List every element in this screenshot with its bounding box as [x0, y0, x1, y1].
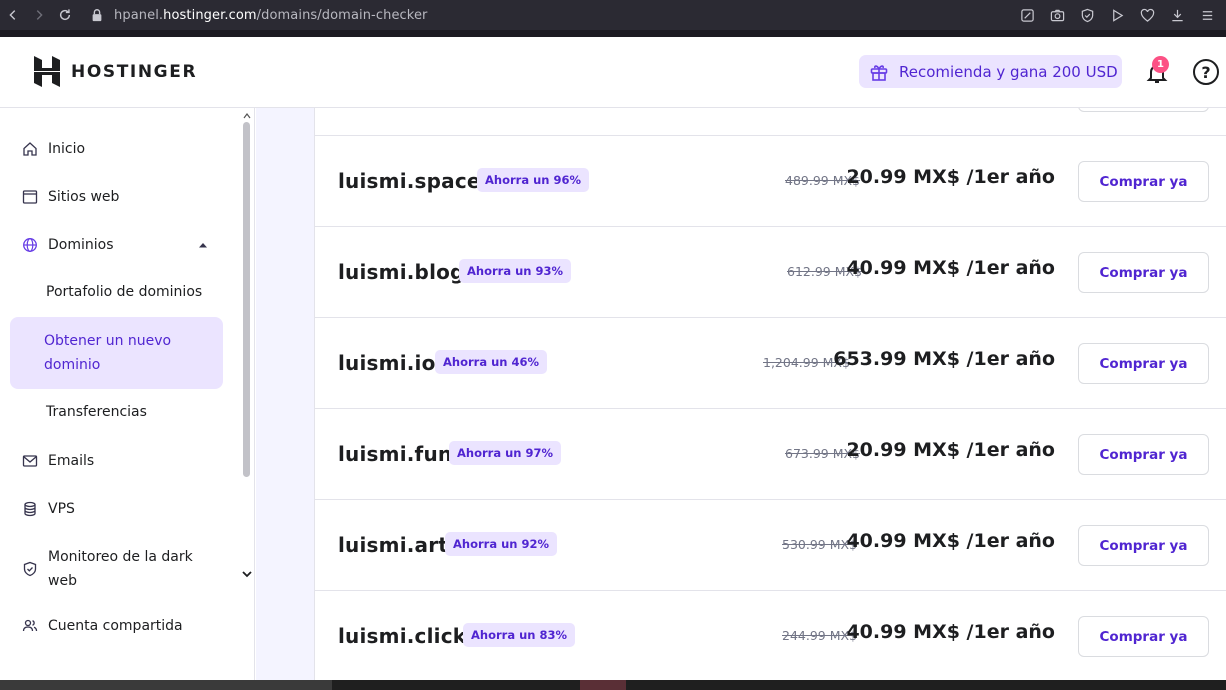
download-icon[interactable]	[1164, 2, 1190, 28]
domain-name: luismi.click	[338, 624, 467, 648]
taskbar-app-button[interactable]	[580, 680, 626, 690]
hostinger-logo[interactable]: HOSTINGER	[34, 56, 197, 87]
sidebar-item-label: Emails	[48, 453, 95, 469]
scrollbar-thumb[interactable]	[243, 122, 250, 477]
logo-text: HOSTINGER	[71, 61, 198, 82]
gift-icon	[870, 64, 888, 81]
hostinger-logo-icon	[34, 56, 60, 87]
domain-name: luismi.fun	[338, 442, 453, 466]
discount-badge: Ahorra un 92%	[445, 532, 557, 556]
sale-price: 40.99 MX$ /1er año	[846, 530, 1055, 552]
referral-button[interactable]: Recomienda y gana 200 USD	[859, 55, 1122, 88]
sidebar-item-label: Monitoreo de la dark web	[48, 549, 193, 589]
sale-price: 40.99 MX$ /1er año	[846, 621, 1055, 643]
mail-icon	[22, 453, 38, 469]
main-content: luismi.space Ahorra un 96% 489.99 MX$ 20…	[256, 108, 1226, 680]
sidebar-item-label: Inicio	[48, 141, 86, 157]
server-icon	[22, 501, 38, 517]
sidebar-item-label: VPS	[48, 501, 75, 517]
sidebar-item-inicio[interactable]: Inicio	[10, 138, 223, 160]
discount-badge: Ahorra un 96%	[477, 168, 589, 192]
sidebar-item-cuenta-compartida[interactable]: Cuenta compartida	[10, 615, 223, 637]
chevron-down-icon[interactable]	[242, 570, 252, 578]
domain-name: luismi.io	[338, 351, 436, 375]
browser-separator	[0, 30, 1226, 37]
sidebar-item-label: Sitios web	[48, 189, 120, 205]
domain-results-list: luismi.space Ahorra un 96% 489.99 MX$ 20…	[314, 108, 1226, 680]
app-header: HOSTINGER Recomienda y gana 200 USD 1	[0, 37, 1226, 108]
sidebar-item-dominios[interactable]: Dominios	[10, 234, 223, 256]
buy-now-button[interactable]: Comprar ya	[1078, 525, 1209, 566]
shield-icon[interactable]	[1074, 2, 1100, 28]
domain-name: luismi.blog	[338, 260, 465, 284]
shield-icon	[22, 561, 38, 577]
browser-toolbar: hpanel.hostinger.com/domains/domain-chec…	[0, 0, 1226, 30]
sidebar: Inicio Sitios web Dominios Portafolio de…	[0, 108, 255, 680]
sidebar-item-label: Dominios	[48, 237, 114, 253]
sidebar-item-emails[interactable]: Emails	[10, 450, 223, 472]
sidebar-subitem-transferencias[interactable]: Transferencias	[46, 404, 147, 420]
buy-now-button[interactable]: Comprar ya	[1078, 434, 1209, 475]
sale-price: 653.99 MX$ /1er año	[833, 348, 1055, 370]
notification-badge: 1	[1152, 56, 1169, 73]
domain-row: luismi.space Ahorra un 96% 489.99 MX$ 20…	[315, 135, 1226, 226]
domain-row: luismi.click Ahorra un 83% 244.99 MX$ 40…	[315, 590, 1226, 680]
referral-label: Recomienda y gana 200 USD	[899, 62, 1118, 81]
forward-icon[interactable]	[26, 2, 52, 28]
discount-badge: Ahorra un 93%	[459, 259, 571, 283]
buy-now-button[interactable]: Comprar ya	[1078, 161, 1209, 202]
sidebar-item-sitios-web[interactable]: Sitios web	[10, 186, 223, 208]
sale-price: 20.99 MX$ /1er año	[846, 166, 1055, 188]
buy-now-button[interactable]: Comprar ya	[1078, 343, 1209, 384]
sidebar-item-label: Cuenta compartida	[48, 618, 183, 634]
sale-price: 20.99 MX$ /1er año	[846, 439, 1055, 461]
play-icon[interactable]	[1104, 2, 1130, 28]
sidebar-item-vps[interactable]: VPS	[10, 498, 223, 520]
browser-icon	[22, 189, 38, 205]
domain-row: luismi.art Ahorra un 92% 530.99 MX$ 40.9…	[315, 499, 1226, 590]
back-icon[interactable]	[0, 2, 26, 28]
heart-icon[interactable]	[1134, 2, 1160, 28]
discount-badge: Ahorra un 97%	[449, 441, 561, 465]
edit-icon[interactable]	[1014, 2, 1040, 28]
chevron-up-icon[interactable]	[198, 242, 208, 248]
domain-name: luismi.art	[338, 533, 449, 557]
sale-price: 40.99 MX$ /1er año	[846, 257, 1055, 279]
lock-icon	[92, 9, 102, 22]
taskbar-search-area[interactable]	[0, 680, 332, 690]
discount-badge: Ahorra un 83%	[463, 623, 575, 647]
sidebar-item-dark-web[interactable]: Monitoreo de la dark web	[10, 545, 223, 593]
users-icon	[22, 618, 38, 634]
domain-row: luismi.blog Ahorra un 93% 612.99 MX$ 40.…	[315, 226, 1226, 317]
scroll-up-icon[interactable]	[243, 113, 251, 119]
buy-now-button[interactable]: Comprar ya	[1078, 252, 1209, 293]
sidebar-subitem-portafolio[interactable]: Portafolio de dominios	[46, 284, 202, 300]
domain-name: luismi.space	[338, 169, 481, 193]
globe-icon	[22, 237, 38, 253]
url-text: hpanel.hostinger.com/domains/domain-chec…	[114, 7, 428, 23]
domain-row: luismi.io Ahorra un 46% 1,204.99 MX$ 653…	[315, 317, 1226, 408]
reload-icon[interactable]	[52, 2, 78, 28]
camera-icon[interactable]	[1044, 2, 1070, 28]
address-bar[interactable]: hpanel.hostinger.com/domains/domain-chec…	[90, 8, 1014, 23]
home-icon	[22, 141, 38, 157]
os-taskbar	[0, 680, 1226, 690]
menu-icon[interactable]	[1194, 2, 1220, 28]
previous-buy-button[interactable]	[1078, 108, 1209, 112]
buy-now-button[interactable]: Comprar ya	[1078, 616, 1209, 657]
discount-badge: Ahorra un 46%	[435, 350, 547, 374]
domain-row: luismi.fun Ahorra un 97% 673.99 MX$ 20.9…	[315, 408, 1226, 499]
sidebar-subitem-obtener-label: Obtener un nuevo dominio	[44, 333, 172, 373]
help-icon[interactable]: ?	[1193, 59, 1219, 85]
